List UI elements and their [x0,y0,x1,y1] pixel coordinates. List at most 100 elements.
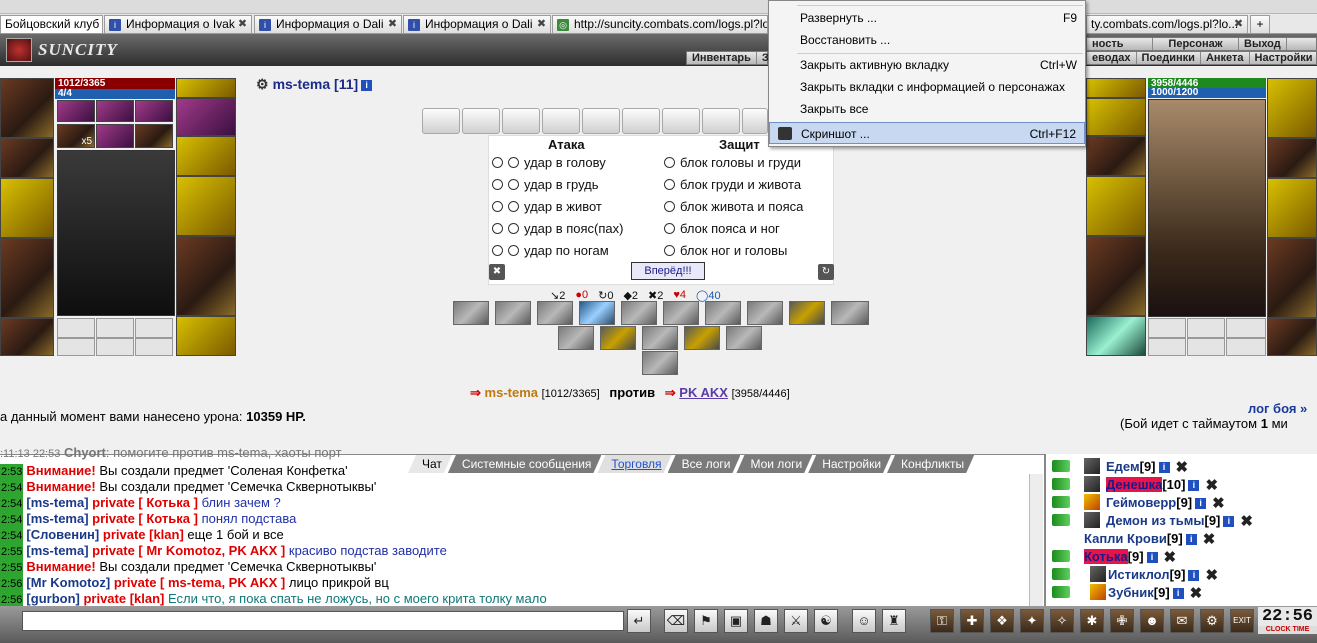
smile-icon[interactable]: ☺ [852,609,876,633]
save-icon[interactable]: ▣ [724,609,748,633]
info-icon[interactable]: i [1146,552,1158,564]
radio[interactable] [664,179,675,190]
battle-log-link[interactable]: лог боя » [1248,401,1307,416]
empty-ring-slot[interactable] [57,318,95,338]
lock-icon[interactable]: ⚿ [930,609,954,633]
radio[interactable] [492,179,503,190]
tab-logs[interactable]: ◎ http://suncity.combats.com/logs.pl?lo..… [552,15,768,33]
defense-option-3[interactable]: блок живота и пояса [664,199,803,214]
menu-item-close-active-tab[interactable]: Закрыть активную вкладку Ctrl+W [769,54,1085,76]
skill-icon[interactable] [663,301,699,325]
attack-option-groin[interactable]: удар в пояс(пах) [492,221,623,236]
friends-icon[interactable]: ☻ [1140,609,1164,633]
inventory-icon[interactable]: ✦ [1020,609,1044,633]
chat-tab-trade[interactable]: Торговля [597,455,671,473]
info-icon[interactable]: i [361,79,373,91]
shield-slot[interactable] [1086,176,1146,236]
menu-item-close-info-tabs[interactable]: Закрыть вкладки с информацией о персонаж… [769,76,1085,98]
refresh-icon[interactable]: ↻ [818,264,834,280]
eraser-icon[interactable]: ⌫ [664,609,688,633]
chat-tab-system[interactable]: Системные сообщения [448,455,602,473]
menu-item-screenshot[interactable]: Скриншот ... Ctrl+F12 [769,122,1085,144]
scroll-slot[interactable] [502,108,540,134]
empty-slot[interactable] [1148,338,1186,356]
menu-character[interactable]: Персонаж [1153,38,1239,50]
empty-ring-slot[interactable] [96,318,134,338]
close-icon[interactable]: ✖ [1205,567,1218,585]
scroll-slot[interactable] [422,108,460,134]
menu-exit[interactable]: Выход [1239,38,1287,50]
skill-icon[interactable] [831,301,869,325]
gloves-slot[interactable] [176,136,236,176]
quest-icon[interactable]: ❖ [990,609,1014,633]
belt-slot[interactable] [0,318,54,356]
scroll-slot[interactable] [582,108,620,134]
shield-slot[interactable] [176,176,236,236]
close-tab-icon[interactable]: ✖ [1233,19,1244,30]
armor-slot[interactable] [1267,238,1317,318]
close-icon[interactable]: ✖ [1190,585,1203,603]
info-icon[interactable]: i [1188,570,1200,582]
skill-icon[interactable] [726,326,762,350]
close-tab-icon[interactable]: ✖ [237,19,248,30]
item-slot[interactable]: x5 [57,124,95,148]
skill-icon[interactable] [747,301,783,325]
skill-icon[interactable] [684,326,720,350]
close-icon[interactable]: ✖ [1203,531,1216,549]
fighter-icon[interactable]: ☗ [754,609,778,633]
belt-slot[interactable] [1267,318,1317,356]
user-item[interactable]: Геймоверр[9] i ✖ [1106,494,1225,512]
defense-option-5[interactable]: блок ног и головы [664,243,787,258]
legs-slot[interactable] [176,236,236,316]
empty-ring-slot[interactable] [1187,318,1225,338]
forward-button[interactable]: Вперёд!!! [631,262,705,280]
radio[interactable] [664,245,675,256]
menu-item[interactable]: еводах [1087,52,1137,64]
bracer-slot[interactable] [1267,138,1317,178]
helmet-icon[interactable]: ♜ [882,609,906,633]
empty-slot[interactable] [57,338,95,356]
tab-fight-club[interactable]: Бойцовский клуб [0,15,103,33]
tab-info-dali[interactable]: i Информация о Dali ✖ [254,15,402,33]
scroll-slot[interactable] [662,108,700,134]
chat-tab-all-logs[interactable]: Все логи [668,455,741,473]
empty-ring-slot[interactable] [1226,318,1266,338]
boots-slot[interactable] [1086,316,1146,356]
chat-tab-chat[interactable]: Чат [408,455,452,473]
menu-duels[interactable]: Поединки [1137,52,1201,64]
info-icon[interactable]: i [1158,462,1170,474]
menu-item-restore[interactable]: Восстановить ... [769,29,1085,51]
empty-slot[interactable] [1187,338,1225,356]
defense-option-1[interactable]: блок головы и груди [664,155,801,170]
weapon-slot[interactable] [0,178,54,238]
menu-item-close-all[interactable]: Закрыть все [769,98,1085,120]
player-name-link[interactable]: ms-tema [485,385,538,400]
scroll-slot[interactable] [462,108,500,134]
skill-icon[interactable] [705,301,741,325]
skill-icon[interactable] [600,326,636,350]
tab-info-ivak[interactable]: i Информация о Ivak ✖ [104,15,252,33]
menu-item[interactable]: ность [1087,38,1153,50]
item-slot[interactable] [96,124,134,148]
empty-slot[interactable] [135,338,173,356]
radio[interactable] [492,201,503,212]
weapon-slot[interactable] [1267,178,1317,238]
legs-slot[interactable] [1086,236,1146,316]
menu-profile[interactable]: Анкета [1201,52,1250,64]
helmet-slot[interactable] [0,78,54,138]
close-tab-icon[interactable]: ✖ [536,19,547,30]
enemy-name-link[interactable]: PK AKX [679,385,728,400]
user-item[interactable]: Едем[9] i ✖ [1106,458,1188,476]
attack-option-head[interactable]: удар в голову [492,155,606,170]
defense-option-2[interactable]: блок груди и живота [664,177,801,192]
radio[interactable] [664,201,675,212]
close-icon[interactable]: ✖ [1176,459,1189,477]
settings-icon[interactable]: ✖ [489,264,505,280]
chat-tab-conflicts[interactable]: Конфликты [887,455,974,473]
user-item[interactable]: Демон из тьмы[9] i ✖ [1106,512,1253,530]
scroll-slot[interactable] [542,108,580,134]
scroll-slot[interactable] [622,108,660,134]
chat-input[interactable] [22,611,624,631]
info-icon[interactable]: i [1223,516,1235,528]
info-icon[interactable]: i [1195,498,1207,510]
